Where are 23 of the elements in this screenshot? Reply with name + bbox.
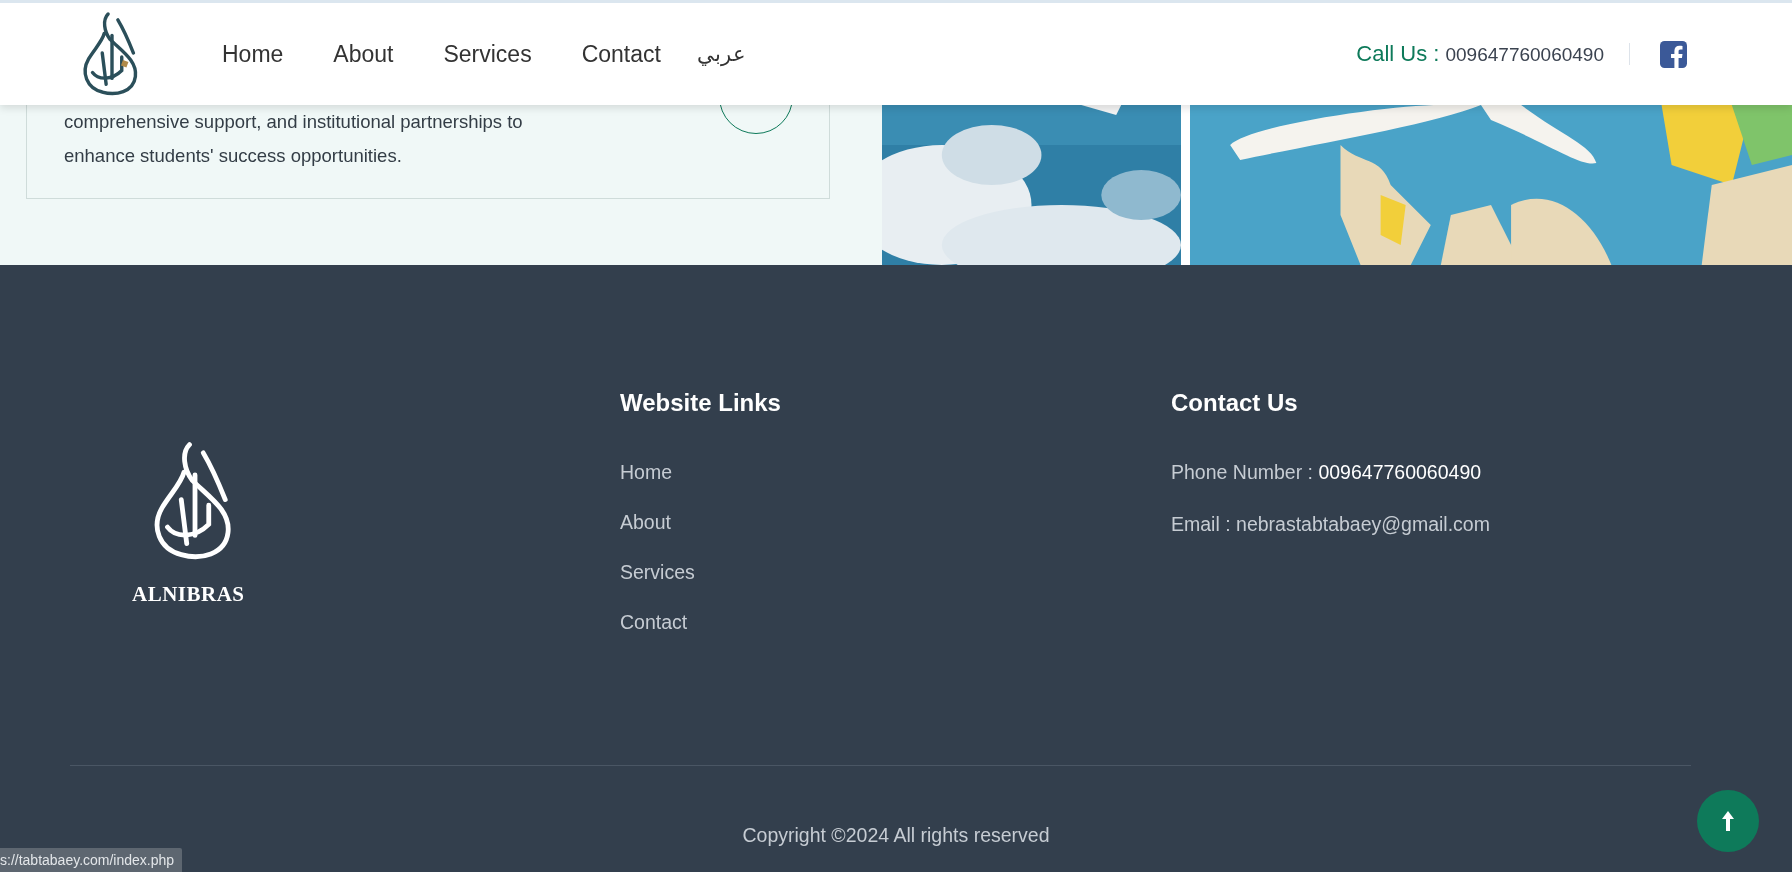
contact-label: Email : xyxy=(1171,513,1231,535)
contact-value: 009647760060490 xyxy=(1318,461,1482,483)
status-url: s://tabtabaey.com/index.php xyxy=(0,848,183,872)
call-label: Call Us : xyxy=(1356,41,1440,67)
nav-link[interactable]: عربي xyxy=(696,42,746,66)
copyright-text: Copyright ©2024 All rights reserved xyxy=(741,824,1051,847)
footer-heading: Website Links xyxy=(620,389,781,417)
footer-link[interactable]: Home xyxy=(620,461,673,484)
brand-name: ALNIBRAS xyxy=(132,582,245,607)
footer-heading: Contact Us xyxy=(1171,389,1298,417)
contact-label: Phone Number : xyxy=(1171,461,1313,483)
contact-value: nebrastabtabaey@gmail.com xyxy=(1236,513,1490,535)
arrow-up-icon xyxy=(1721,810,1735,832)
footer-link[interactable]: Services xyxy=(620,561,695,584)
intro-text: comprehensive support, and institutional partnerships to enhance students' success opportunities. xyxy=(64,110,524,168)
footer-link[interactable]: About xyxy=(620,511,671,534)
facebook-icon[interactable] xyxy=(1660,40,1687,68)
footer-link[interactable]: Contact xyxy=(620,611,688,634)
nav-link[interactable]: Contact xyxy=(581,40,661,68)
nav-link[interactable]: About xyxy=(333,40,394,68)
nav-link[interactable]: Services xyxy=(443,40,532,68)
phone-number: 009647760060490 xyxy=(1445,44,1604,66)
nav-link[interactable]: Home xyxy=(222,40,284,68)
